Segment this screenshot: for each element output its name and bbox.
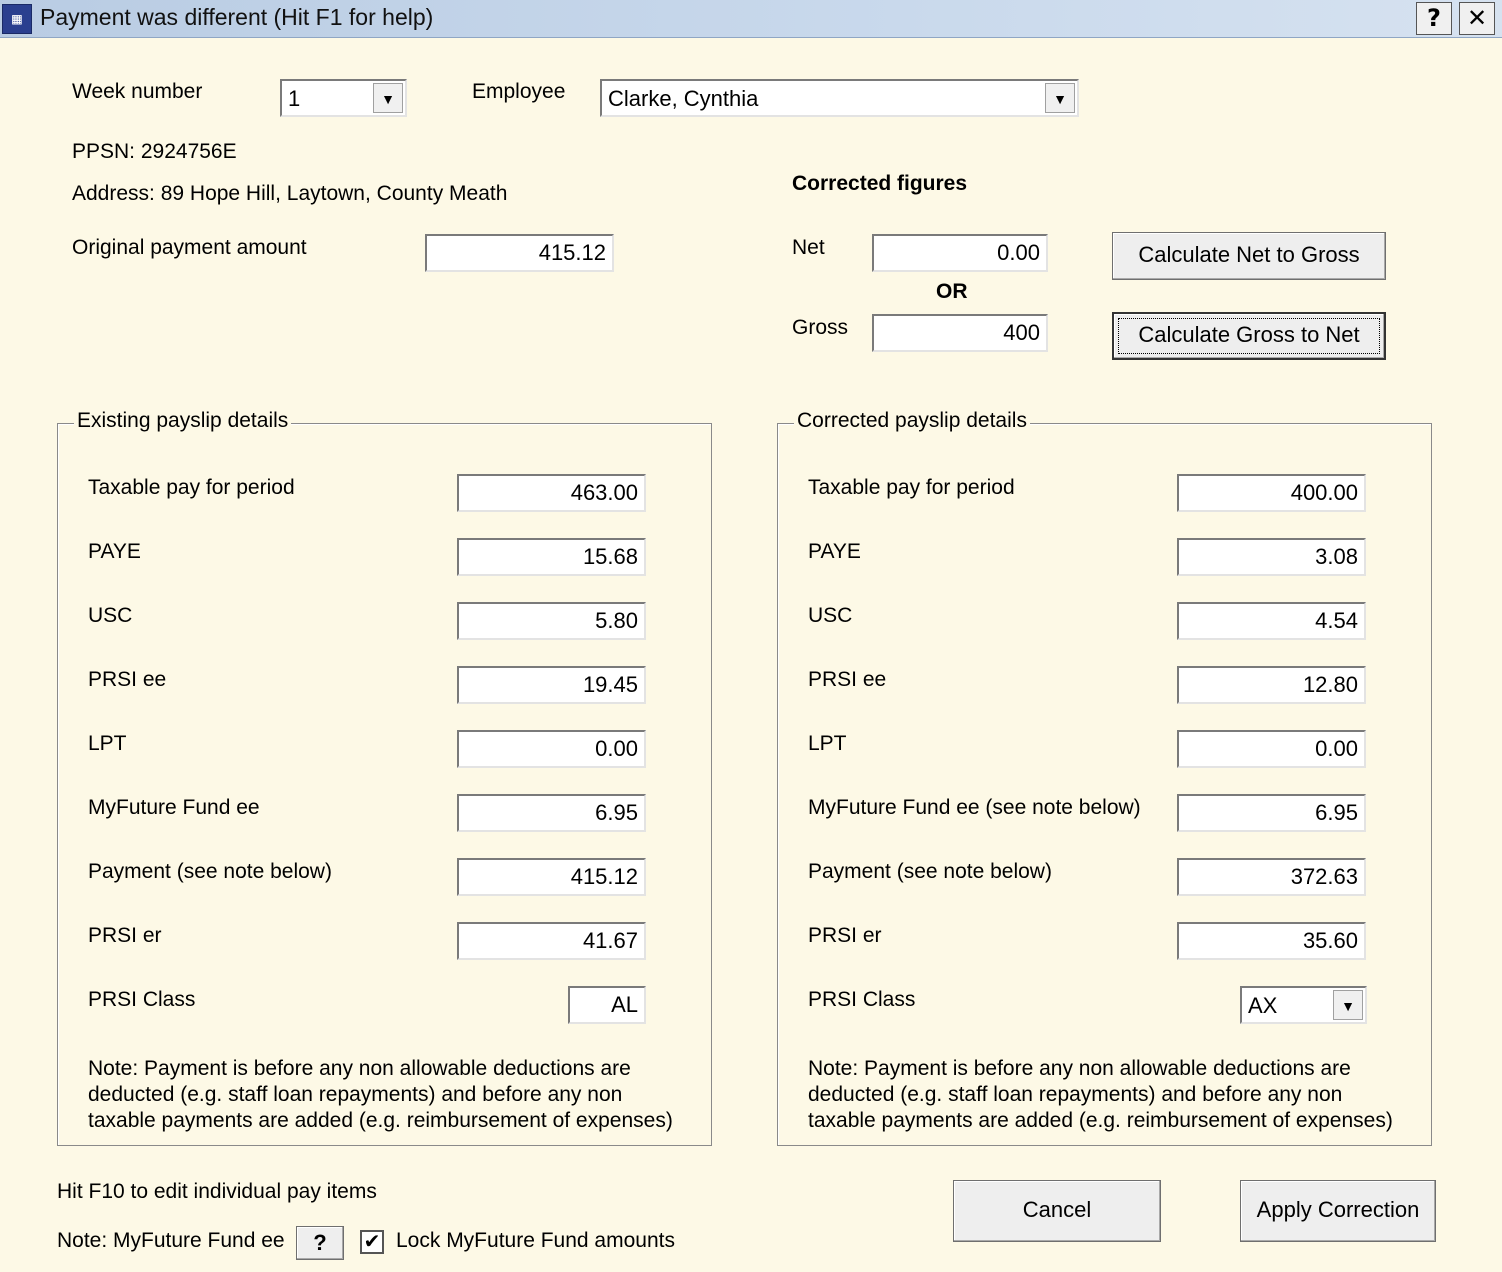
- chevron-down-icon[interactable]: ▼: [373, 83, 403, 113]
- ppsn-text: PPSN: 2924756E: [72, 140, 237, 163]
- existing-row-label: PAYE: [88, 540, 141, 563]
- corrected-row-label: Payment (see note below): [808, 860, 1052, 883]
- existing-row-label: MyFuture Fund ee: [88, 796, 260, 819]
- calculate-gross-to-net-button[interactable]: Calculate Gross to Net: [1112, 312, 1386, 360]
- original-payment-label: Original payment amount: [72, 236, 307, 259]
- calculate-net-to-gross-button[interactable]: Calculate Net to Gross: [1112, 232, 1386, 280]
- corrected-row-label: Taxable pay for period: [808, 476, 1015, 499]
- help-button[interactable]: ?: [1416, 2, 1452, 35]
- corrected-note: Note: Payment is before any non allowabl…: [808, 1057, 1393, 1132]
- calculate-net-to-gross-label: Calculate Net to Gross: [1138, 242, 1360, 267]
- corrected-row-label: PRSI er: [808, 924, 882, 947]
- cancel-button[interactable]: Cancel: [953, 1180, 1161, 1242]
- corrected-row-field[interactable]: 400.00: [1177, 474, 1366, 512]
- corrected-row-field[interactable]: 6.95: [1177, 794, 1366, 832]
- existing-payslip-legend: Existing payslip details: [74, 409, 292, 433]
- corrected-payslip-legend: Corrected payslip details: [794, 409, 1030, 433]
- window-title: Payment was different (Hit F1 for help): [40, 4, 434, 30]
- lock-myfuture-label: Lock MyFuture Fund amounts: [396, 1229, 675, 1252]
- existing-row-field[interactable]: 5.80: [457, 602, 646, 640]
- myfuture-help-button[interactable]: ?: [296, 1226, 344, 1260]
- cancel-button-label: Cancel: [1022, 1197, 1092, 1222]
- existing-row-label: Payment (see note below): [88, 860, 332, 883]
- week-number-select[interactable]: 1 ▼: [280, 79, 407, 117]
- checkmark-icon: ✔: [363, 1231, 381, 1253]
- myfuture-note-label: Note: MyFuture Fund ee: [57, 1229, 285, 1252]
- or-label: OR: [936, 280, 968, 303]
- existing-row-field[interactable]: 0.00: [457, 730, 646, 768]
- existing-row-field[interactable]: 15.68: [457, 538, 646, 576]
- address-text: Address: 89 Hope Hill, Laytown, County M…: [72, 182, 508, 205]
- employee-label: Employee: [472, 80, 566, 103]
- f10-hint: Hit F10 to edit individual pay items: [57, 1180, 377, 1203]
- week-number-value: 1: [288, 86, 301, 111]
- net-field[interactable]: 0.00: [872, 234, 1048, 272]
- existing-row-field[interactable]: 6.95: [457, 794, 646, 832]
- chevron-down-icon[interactable]: ▼: [1333, 990, 1363, 1020]
- title-bar: ▦ Payment was different (Hit F1 for help…: [0, 0, 1502, 38]
- corrected-prsi-class-value: AX: [1248, 993, 1278, 1018]
- close-button[interactable]: ✕: [1459, 2, 1495, 35]
- corrected-prsi-class-select[interactable]: AX ▼: [1240, 986, 1367, 1024]
- existing-row-label: PRSI ee: [88, 668, 167, 691]
- corrected-row-label: MyFuture Fund ee (see note below): [808, 796, 1141, 819]
- corrected-row-label: PRSI ee: [808, 668, 887, 691]
- gross-label: Gross: [792, 316, 849, 339]
- existing-prsi-class-field[interactable]: AL: [568, 986, 646, 1024]
- original-payment-field[interactable]: 415.12: [425, 234, 614, 272]
- app-icon: ▦: [2, 4, 32, 34]
- employee-select[interactable]: Clarke, Cynthia ▼: [600, 79, 1079, 117]
- gross-field[interactable]: 400: [872, 314, 1048, 352]
- lock-myfuture-checkbox[interactable]: ✔: [360, 1230, 384, 1254]
- corrected-row-field[interactable]: 4.54: [1177, 602, 1366, 640]
- corrected-row-field[interactable]: 372.63: [1177, 858, 1366, 896]
- corrected-row-label: PAYE: [808, 540, 861, 563]
- corrected-figures-heading: Corrected figures: [792, 172, 968, 195]
- help-icon: ?: [313, 1230, 327, 1255]
- corrected-row-field[interactable]: 35.60: [1177, 922, 1366, 960]
- calculate-gross-to-net-label: Calculate Gross to Net: [1138, 322, 1360, 347]
- existing-row-label: Taxable pay for period: [88, 476, 295, 499]
- existing-row-label: USC: [88, 604, 133, 627]
- corrected-row-label: USC: [808, 604, 853, 627]
- existing-row-label: PRSI er: [88, 924, 162, 947]
- corrected-row-field[interactable]: 12.80: [1177, 666, 1366, 704]
- apply-correction-button-label: Apply Correction: [1256, 1197, 1420, 1222]
- corrected-payslip-group: Corrected payslip details: [777, 409, 1432, 1146]
- existing-note: Note: Payment is before any non allowabl…: [88, 1057, 673, 1132]
- existing-row-label: LPT: [88, 732, 127, 755]
- existing-row-field[interactable]: 415.12: [457, 858, 646, 896]
- corrected-row-label: LPT: [808, 732, 847, 755]
- net-label: Net: [792, 236, 825, 259]
- corrected-row-field[interactable]: 0.00: [1177, 730, 1366, 768]
- corrected-prsi-class-label: PRSI Class: [808, 988, 916, 1011]
- employee-value: Clarke, Cynthia: [608, 86, 759, 111]
- existing-payslip-group: Existing payslip details: [57, 409, 712, 1146]
- existing-row-field[interactable]: 463.00: [457, 474, 646, 512]
- chevron-down-icon[interactable]: ▼: [1045, 83, 1075, 113]
- week-number-label: Week number: [72, 80, 203, 103]
- existing-prsi-class-label: PRSI Class: [88, 988, 196, 1011]
- existing-row-field[interactable]: 19.45: [457, 666, 646, 704]
- corrected-row-field[interactable]: 3.08: [1177, 538, 1366, 576]
- apply-correction-button[interactable]: Apply Correction: [1240, 1180, 1436, 1242]
- existing-row-field[interactable]: 41.67: [457, 922, 646, 960]
